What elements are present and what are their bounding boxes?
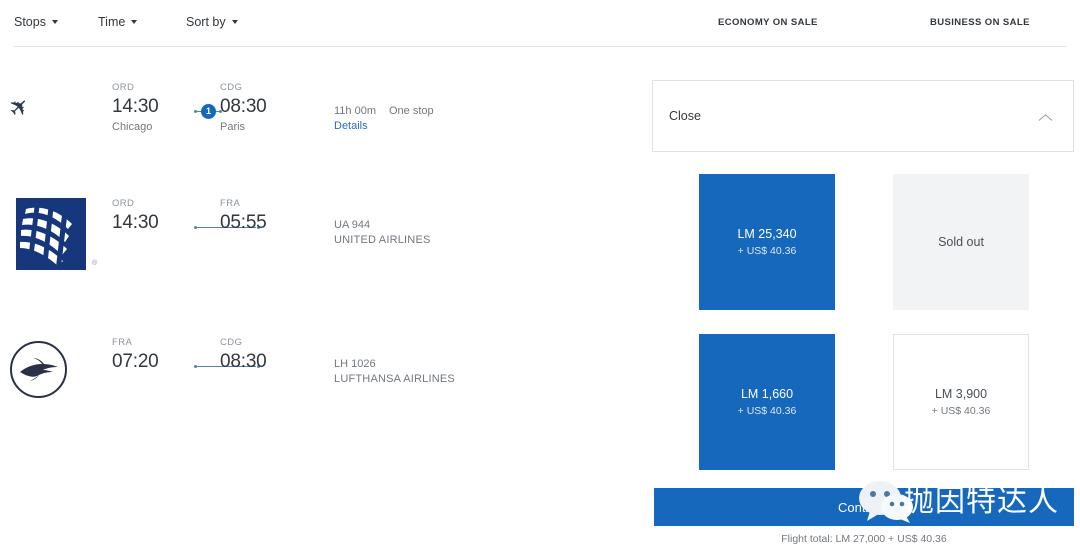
connector-dot-left [194,110,197,113]
registered-mark-icon: ® [92,260,97,267]
departure-airport-code: ORD [112,82,190,94]
summary-times: ORD 14:30 Chicago 1 CDG 08:30 Paris [112,82,312,142]
filter-sort-by-label: Sort by [186,15,226,29]
flight-number: UA 944 [334,218,431,233]
flight-number: LH 1026 [334,357,455,372]
continue-button[interactable]: Continue [654,488,1074,526]
chevron-down-icon [52,20,58,24]
stops-label: One stop [389,105,434,117]
chevron-down-icon [131,20,137,24]
fare-tax: + US$ 40.36 [699,243,835,259]
fare-price: LM 3,900 [894,385,1028,403]
fare-price: LM 1,660 [699,385,835,403]
fare-content: LM 3,900 + US$ 40.36 [894,385,1028,419]
summary-meta-row: 11h 00mOne stop [334,104,544,119]
column-header-economy: ECONOMY ON SALE [718,17,818,28]
arrival-airport-code: CDG [220,82,298,94]
departure-airport-code: FRA [112,337,190,349]
arrival-time: 08:30 [220,349,298,374]
chevron-up-icon[interactable] [1038,111,1051,124]
connector-dot-left [194,226,197,229]
connector-dot-left [194,365,197,368]
summary-departure: ORD 14:30 Chicago [112,82,190,135]
summary-arrival: CDG 08:30 Paris [220,82,298,135]
close-panel-label: Close [669,109,701,123]
fare-content: Sold out [893,233,1029,251]
departure-city: Chicago [112,119,190,135]
fare-option-economy-segment2[interactable]: LM 1,660 + US$ 40.36 [699,334,835,470]
summary-logo-area: ✈ [0,82,95,162]
united-airlines-logo-icon [16,198,86,270]
fare-tax: + US$ 40.36 [699,403,835,419]
lufthansa-flight-info: LH 1026 LUFTHANSA AIRLINES [334,357,455,387]
close-panel[interactable]: Close [652,80,1074,152]
fare-option-business-segment2[interactable]: LM 3,900 + US$ 40.36 [893,334,1029,470]
lufthansa-logo-area [0,337,95,417]
filter-time[interactable]: Time [98,15,137,29]
filter-time-label: Time [98,15,125,29]
filter-sort-by[interactable]: Sort by [186,15,238,29]
arrival-airport-code: CDG [220,337,298,349]
filter-bar: Stops Time Sort by ECONOMY ON SALE BUSIN… [0,0,1080,47]
fare-soldout-label: Sold out [893,233,1029,251]
header-divider [14,46,1066,47]
segment-arrival: CDG 08:30 [220,337,298,374]
filter-stops-label: Stops [14,15,46,29]
chevron-down-icon [232,20,238,24]
departure-airport-code: ORD [112,198,190,210]
stop-count-badge: 1 [201,104,216,119]
segment-departure: ORD 14:30 [112,198,190,235]
arrival-time: 05:55 [220,210,298,235]
fare-option-business-segment1: Sold out [893,174,1029,310]
arrival-city: Paris [220,119,298,135]
arrival-time: 08:30 [220,94,298,119]
lufthansa-times: FRA 07:20 CDG 08:30 [112,337,312,397]
carrier-name: LUFTHANSA AIRLINES [334,372,455,387]
fare-option-economy-segment1[interactable]: LM 25,340 + US$ 40.36 [699,174,835,310]
departure-time: 14:30 [112,210,190,235]
fare-content: LM 1,660 + US$ 40.36 [699,385,835,419]
airplane-icon: ✈ [4,92,35,123]
lufthansa-airlines-logo-icon [10,341,67,398]
fare-tax: + US$ 40.36 [894,403,1028,419]
fare-price: LM 25,340 [699,225,835,243]
summary-meta: 11h 00mOne stop Details [334,104,544,134]
filter-stops[interactable]: Stops [14,15,58,29]
arrival-airport-code: FRA [220,198,298,210]
departure-time: 07:20 [112,349,190,374]
stop-connector: 1 [194,105,222,119]
united-flight-info: UA 944 UNITED AIRLINES [334,218,431,248]
column-header-business: BUSINESS ON SALE [930,17,1030,28]
departure-time: 14:30 [112,94,190,119]
details-link[interactable]: Details [334,119,544,134]
united-logo-area: ® [0,198,95,278]
segment-arrival: FRA 05:55 [220,198,298,235]
flight-duration: 11h 00m [334,104,389,119]
segment-departure: FRA 07:20 [112,337,190,374]
flight-total-label: Flight total: LM 27,000 + US$ 40.36 [654,533,1074,545]
united-times: ORD 14:30 FRA 05:55 [112,198,312,258]
carrier-name: UNITED AIRLINES [334,233,431,248]
fare-content: LM 25,340 + US$ 40.36 [699,225,835,259]
